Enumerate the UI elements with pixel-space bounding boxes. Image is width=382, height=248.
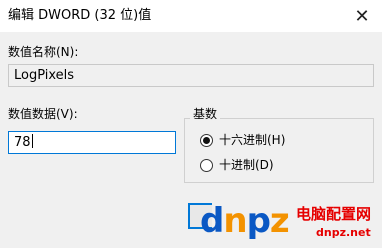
radio-hexadecimal-label: 十六进制(H)	[219, 133, 286, 147]
radio-checked-icon	[200, 133, 213, 147]
value-name-label: 数值名称(N):	[8, 45, 79, 59]
radio-decimal[interactable]: 十进制(D)	[200, 157, 274, 173]
watermark-brand: dnpz	[200, 201, 290, 241]
watermark-logo: dnpz 电脑配置网 dnpz.net	[200, 198, 382, 248]
value-data-text: 78	[14, 135, 31, 150]
watermark-brand-cn: 电脑配置网	[296, 205, 372, 223]
title-bar: 编辑 DWORD (32 位)值 ✕	[0, 0, 382, 32]
text-caret	[31, 134, 33, 148]
value-name-field[interactable]: LogPixels	[8, 64, 374, 87]
base-group-title: 基数	[190, 106, 221, 122]
radio-decimal-label: 十进制(D)	[219, 158, 274, 172]
base-groupbox	[184, 118, 374, 183]
value-data-input[interactable]: 78	[8, 131, 176, 154]
watermark-domain: dnpz.net	[316, 226, 371, 239]
value-name-text: LogPixels	[14, 68, 75, 83]
window-title: 编辑 DWORD (32 位)值	[8, 8, 152, 23]
radio-hexadecimal[interactable]: 十六进制(H)	[200, 132, 285, 148]
close-icon: ✕	[354, 5, 370, 27]
close-button[interactable]: ✕	[342, 0, 382, 32]
value-data-label: 数值数据(V):	[8, 107, 78, 121]
radio-unchecked-icon	[200, 158, 213, 172]
